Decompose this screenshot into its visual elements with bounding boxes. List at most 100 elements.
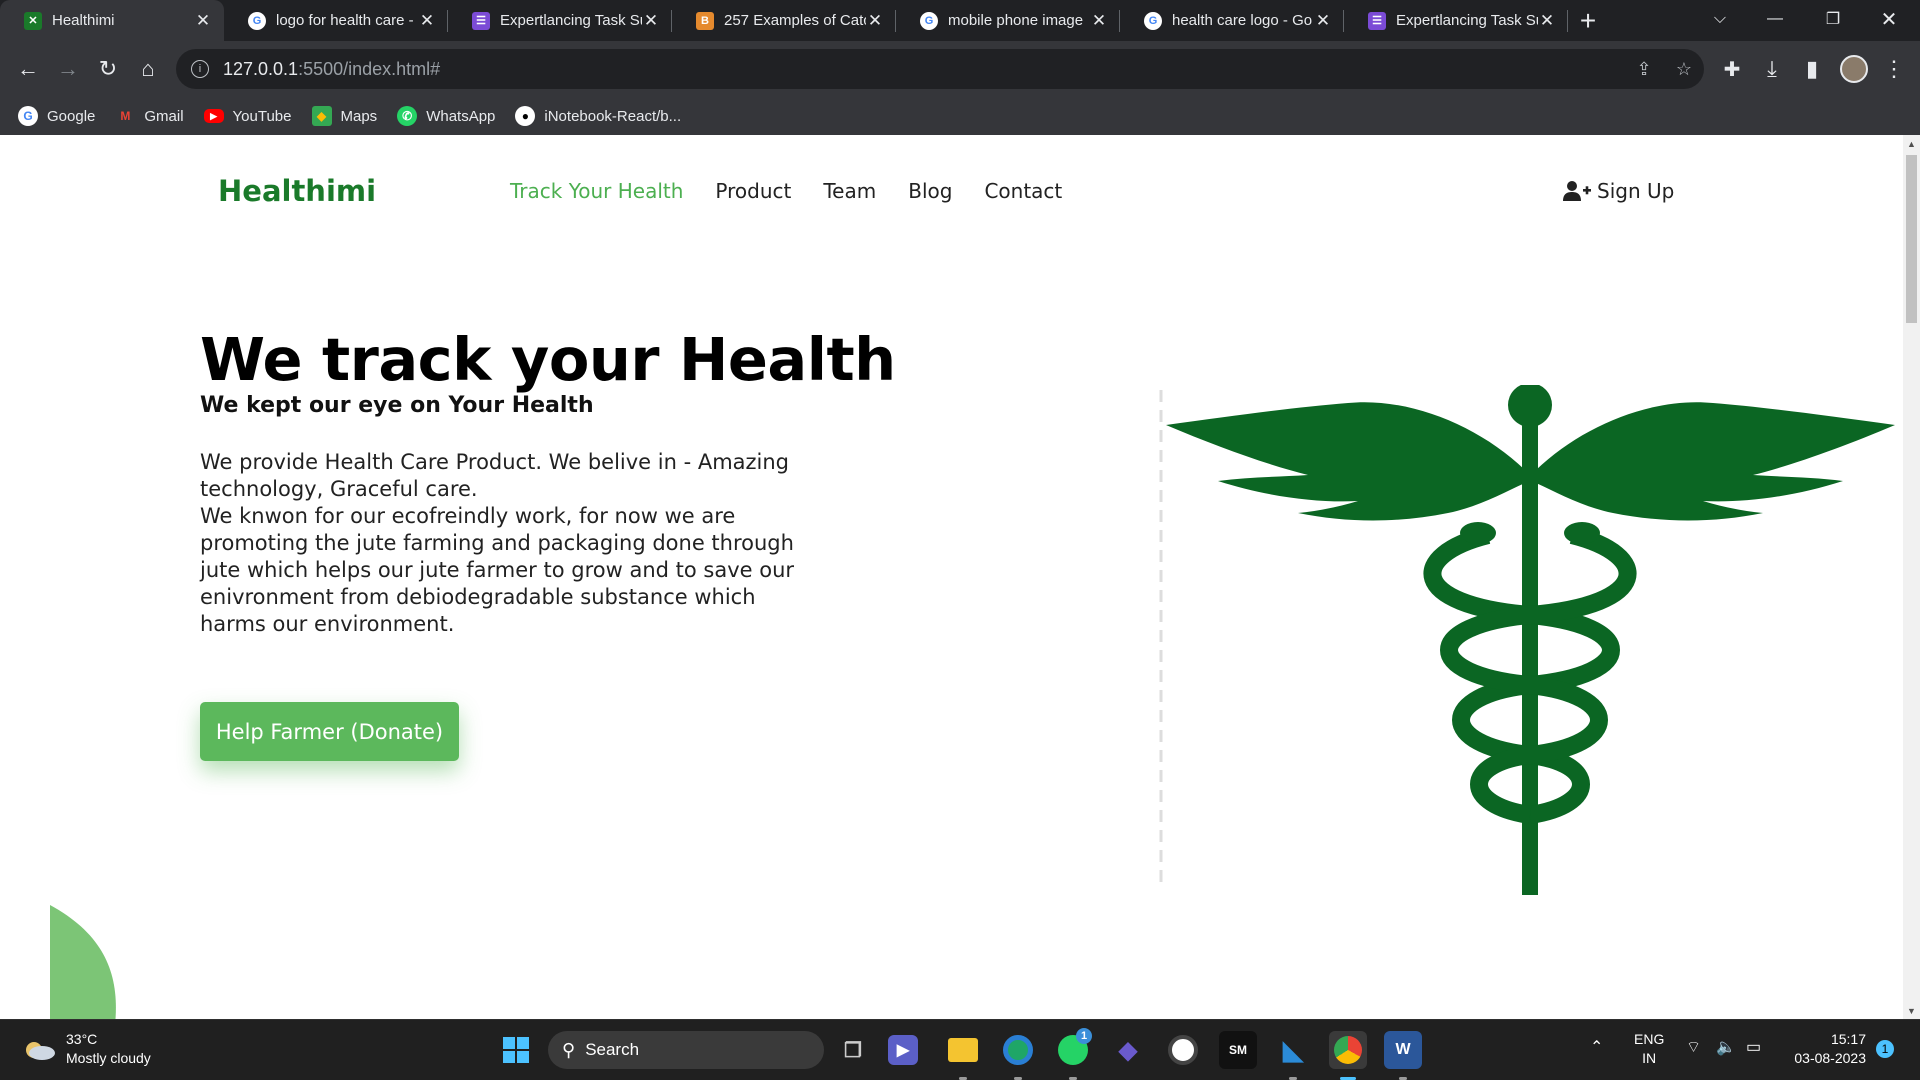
url-text: 127.0.0.1:5500/index.html# xyxy=(223,58,441,79)
scroll-thumb[interactable] xyxy=(1906,155,1917,323)
file-explorer-icon[interactable] xyxy=(944,1031,982,1069)
wifi-icon[interactable]: ⌔ xyxy=(1686,1038,1701,1057)
tab-257-examples[interactable]: B 257 Examples of Catc ✕ xyxy=(672,0,896,41)
search-icon: ⚲ xyxy=(562,1039,576,1060)
tab-health-care-logo[interactable]: G health care logo - Go ✕ xyxy=(1120,0,1344,41)
scroll-down-icon[interactable]: ▼ xyxy=(1903,1002,1920,1019)
donate-button[interactable]: Help Farmer (Donate) xyxy=(200,702,459,761)
edge-icon[interactable] xyxy=(999,1031,1037,1069)
hero-subtitle: We kept our eye on Your Health xyxy=(200,393,594,418)
close-icon[interactable]: ✕ xyxy=(866,11,884,30)
google-favicon-icon: G xyxy=(920,11,938,30)
google-favicon-icon: G xyxy=(248,11,266,30)
leaf-decoration-icon xyxy=(50,905,116,1019)
address-bar[interactable]: i 127.0.0.1:5500/index.html# ⇪ ☆ xyxy=(176,49,1704,89)
notification-badge[interactable]: 1 xyxy=(1876,1040,1894,1058)
bookmark-youtube[interactable]: ▶ YouTube xyxy=(203,108,292,125)
close-icon[interactable]: ✕ xyxy=(194,11,212,30)
tab-title: Expertlancing Task Sul xyxy=(1396,12,1538,29)
avatar[interactable] xyxy=(1838,53,1870,85)
forms-favicon-icon: ☰ xyxy=(472,11,490,30)
nav-blog[interactable]: Blog xyxy=(908,179,952,203)
close-icon[interactable]: ✕ xyxy=(1314,11,1332,30)
whatsapp-desktop-icon[interactable] xyxy=(1164,1031,1202,1069)
close-window-button[interactable]: ✕ xyxy=(1866,0,1912,38)
bookmark-github[interactable]: ● iNotebook-React/b... xyxy=(515,106,681,126)
close-icon[interactable]: ✕ xyxy=(642,11,660,30)
bookmark-star-icon[interactable]: ☆ xyxy=(1672,57,1696,81)
minimize-button[interactable]: — xyxy=(1752,0,1798,38)
browser-toolbar: ← → ↻ ⌂ i 127.0.0.1:5500/index.html# ⇪ ☆… xyxy=(0,41,1920,97)
menu-icon[interactable]: ⋮ xyxy=(1878,53,1910,85)
restore-button[interactable]: ❐ xyxy=(1810,0,1856,38)
bing-icon[interactable]: ◆ xyxy=(1109,1031,1147,1069)
caduceus-logo-icon xyxy=(1159,385,1895,895)
maps-icon: ◆ xyxy=(311,106,332,126)
site-brand[interactable]: Healthimi xyxy=(218,171,376,211)
nav-product[interactable]: Product xyxy=(715,179,791,203)
extensions-icon[interactable]: ✚ xyxy=(1716,53,1748,85)
show-hidden-icons[interactable]: ⌃ xyxy=(1590,1038,1603,1057)
share-icon[interactable]: ⇪ xyxy=(1632,57,1656,81)
tab-expertlancing-2[interactable]: ☰ Expertlancing Task Sul ✕ xyxy=(1344,0,1568,41)
vscode-icon[interactable]: ◣ xyxy=(1274,1031,1312,1069)
word-icon[interactable]: W xyxy=(1384,1031,1422,1069)
bookmark-gmail[interactable]: M Gmail xyxy=(115,106,183,126)
page-viewport: Healthimi Track Your Health Product Team… xyxy=(0,135,1903,1019)
nav-team[interactable]: Team xyxy=(823,179,876,203)
signup-button[interactable]: Sign Up xyxy=(1563,171,1674,211)
task-view-icon[interactable]: ❐ xyxy=(834,1031,872,1069)
snipping-icon[interactable]: SM xyxy=(1219,1031,1257,1069)
back-icon[interactable]: ← xyxy=(12,53,44,85)
download-icon[interactable]: ⤓ xyxy=(1756,53,1788,85)
reload-icon[interactable]: ↻ xyxy=(92,53,124,85)
tab-title: logo for health care - xyxy=(276,12,414,29)
teams-chat-icon[interactable]: ▶ xyxy=(888,1035,918,1065)
tab-healthimi[interactable]: ✕ Healthimi ✕ xyxy=(0,0,224,41)
healthimi-favicon-icon: ✕ xyxy=(24,11,42,30)
nav-contact[interactable]: Contact xyxy=(984,179,1062,203)
tab-search-icon[interactable]: ⌵ xyxy=(1700,0,1740,38)
bookmark-google[interactable]: G Google xyxy=(18,106,95,126)
scroll-up-icon[interactable]: ▲ xyxy=(1903,135,1920,152)
tab-title: Expertlancing Task Sul xyxy=(500,12,642,29)
taskbar-search[interactable]: ⚲ Search xyxy=(548,1031,824,1069)
windows-start-icon[interactable] xyxy=(497,1031,535,1069)
weather-widget[interactable]: 33°C Mostly cloudy xyxy=(22,1030,151,1068)
tab-logo-search[interactable]: G logo for health care - ✕ xyxy=(224,0,448,41)
hero-description: We provide Health Care Product. We beliv… xyxy=(200,449,820,638)
tab-strip: ✕ Healthimi ✕ G logo for health care - ✕… xyxy=(0,0,1920,41)
clock[interactable]: 15:17 03-08-2023 xyxy=(1786,1030,1866,1068)
windows-taskbar: 33°C Mostly cloudy ⚲ Search ❐ ▶ 1 ◆ SM ◣… xyxy=(0,1019,1920,1080)
side-panel-icon[interactable]: ▮ xyxy=(1796,53,1828,85)
user-plus-icon xyxy=(1563,181,1591,201)
new-tab-button[interactable]: + xyxy=(1568,0,1608,41)
site-info-icon[interactable]: i xyxy=(191,60,209,78)
search-label: Search xyxy=(585,1040,640,1059)
tab-title: mobile phone image xyxy=(948,12,1084,29)
close-icon[interactable]: ✕ xyxy=(418,11,436,30)
hero-title: We track your Health xyxy=(200,325,896,394)
tab-mobile-phone[interactable]: G mobile phone image ✕ xyxy=(896,0,1120,41)
page-scrollbar[interactable]: ▲ ▼ xyxy=(1903,135,1920,1019)
whatsapp-badge: 1 xyxy=(1076,1028,1092,1044)
chrome-icon[interactable] xyxy=(1329,1031,1367,1069)
close-icon[interactable]: ✕ xyxy=(1090,11,1108,30)
tab-expertlancing-1[interactable]: ☰ Expertlancing Task Sul ✕ xyxy=(448,0,672,41)
forward-icon[interactable]: → xyxy=(52,53,84,85)
signup-label: Sign Up xyxy=(1597,179,1675,203)
temperature: 33°C xyxy=(66,1031,98,1047)
bookmark-whatsapp[interactable]: ✆ WhatsApp xyxy=(397,106,495,126)
volume-icon[interactable]: 🔈 xyxy=(1716,1038,1736,1057)
language-indicator[interactable]: ENG IN xyxy=(1634,1030,1664,1068)
cloud-icon xyxy=(26,1042,55,1060)
home-icon[interactable]: ⌂ xyxy=(132,53,164,85)
bookmarks-bar: G Google M Gmail ▶ YouTube ◆ Maps ✆ WhatsApp … xyxy=(0,97,1920,135)
blogger-favicon-icon: B xyxy=(696,11,714,30)
nav-track-your-health[interactable]: Track Your Health xyxy=(510,179,683,203)
battery-icon[interactable]: ▭ xyxy=(1746,1038,1761,1057)
bookmark-maps[interactable]: ◆ Maps xyxy=(311,106,377,126)
github-icon: ● xyxy=(515,106,536,126)
close-icon[interactable]: ✕ xyxy=(1538,11,1556,30)
weather-condition: Mostly cloudy xyxy=(66,1050,151,1066)
